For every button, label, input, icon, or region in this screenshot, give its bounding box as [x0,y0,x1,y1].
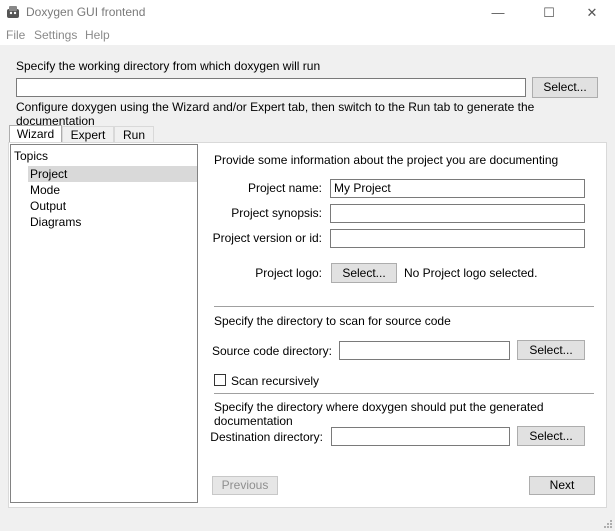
previous-button[interactable]: Previous [212,476,278,495]
title-bar: Doxygen GUI frontend — ☐ ✕ [0,0,615,25]
tab-wizard[interactable]: Wizard [9,125,62,143]
section-divider [214,393,594,394]
close-icon: ✕ [586,5,598,20]
project-intro: Provide some information about the proje… [214,153,559,167]
next-button[interactable]: Next [529,476,595,495]
topic-item-diagrams[interactable]: Diagrams [30,214,81,230]
project-synopsis-input[interactable] [330,204,585,223]
project-logo-label: Project logo: [255,266,322,280]
doxygen-app-icon [7,6,19,18]
source-dir-input[interactable] [339,341,510,360]
destination-dir-input[interactable] [331,427,510,446]
project-logo-select-button[interactable]: Select... [331,263,397,283]
scan-recursively-checkbox[interactable] [214,374,226,386]
topics-header: Topics [14,149,49,163]
tab-expert[interactable]: Expert [62,126,114,143]
project-name-input[interactable]: My Project [330,179,585,198]
minimize-button[interactable]: — [475,0,521,25]
menu-file[interactable]: File [6,28,25,42]
project-version-label: Project version or id: [212,231,322,245]
tab-run[interactable]: Run [114,126,154,143]
project-logo-status: No Project logo selected. [404,266,538,280]
menu-settings[interactable]: Settings [34,28,77,42]
workdir-hint: Configure doxygen using the Wizard and/o… [16,100,535,128]
project-version-input[interactable] [330,229,585,248]
topic-item-project[interactable]: Project [30,166,67,182]
section-divider [214,306,594,307]
scan-recursively-label[interactable]: Scan recursively [231,374,319,388]
workdir-select-button[interactable]: Select... [532,77,598,98]
resize-grip-icon[interactable] [603,519,613,529]
workdir-prompt: Specify the working directory from which… [16,59,321,73]
maximize-button[interactable]: ☐ [526,0,572,25]
source-dir-label: Source code directory: [211,344,332,358]
maximize-icon: ☐ [543,5,555,20]
destination-dir-label: Destination directory: [210,430,323,444]
close-button[interactable]: ✕ [569,0,615,25]
destination-dir-select-button[interactable]: Select... [517,426,585,446]
source-heading: Specify the directory to scan for source… [214,314,451,328]
window-title: Doxygen GUI frontend [26,5,146,19]
menu-help[interactable]: Help [85,28,110,42]
workdir-input[interactable] [16,78,526,97]
project-synopsis-label: Project synopsis: [231,206,322,220]
minimize-icon: — [491,5,505,20]
source-dir-select-button[interactable]: Select... [517,340,585,360]
menu-bar: File Settings Help [0,25,615,45]
topic-item-mode[interactable]: Mode [30,182,60,198]
project-name-label: Project name: [247,181,322,195]
destination-heading: Specify the directory where doxygen shou… [214,400,544,428]
topic-item-output[interactable]: Output [30,198,66,214]
